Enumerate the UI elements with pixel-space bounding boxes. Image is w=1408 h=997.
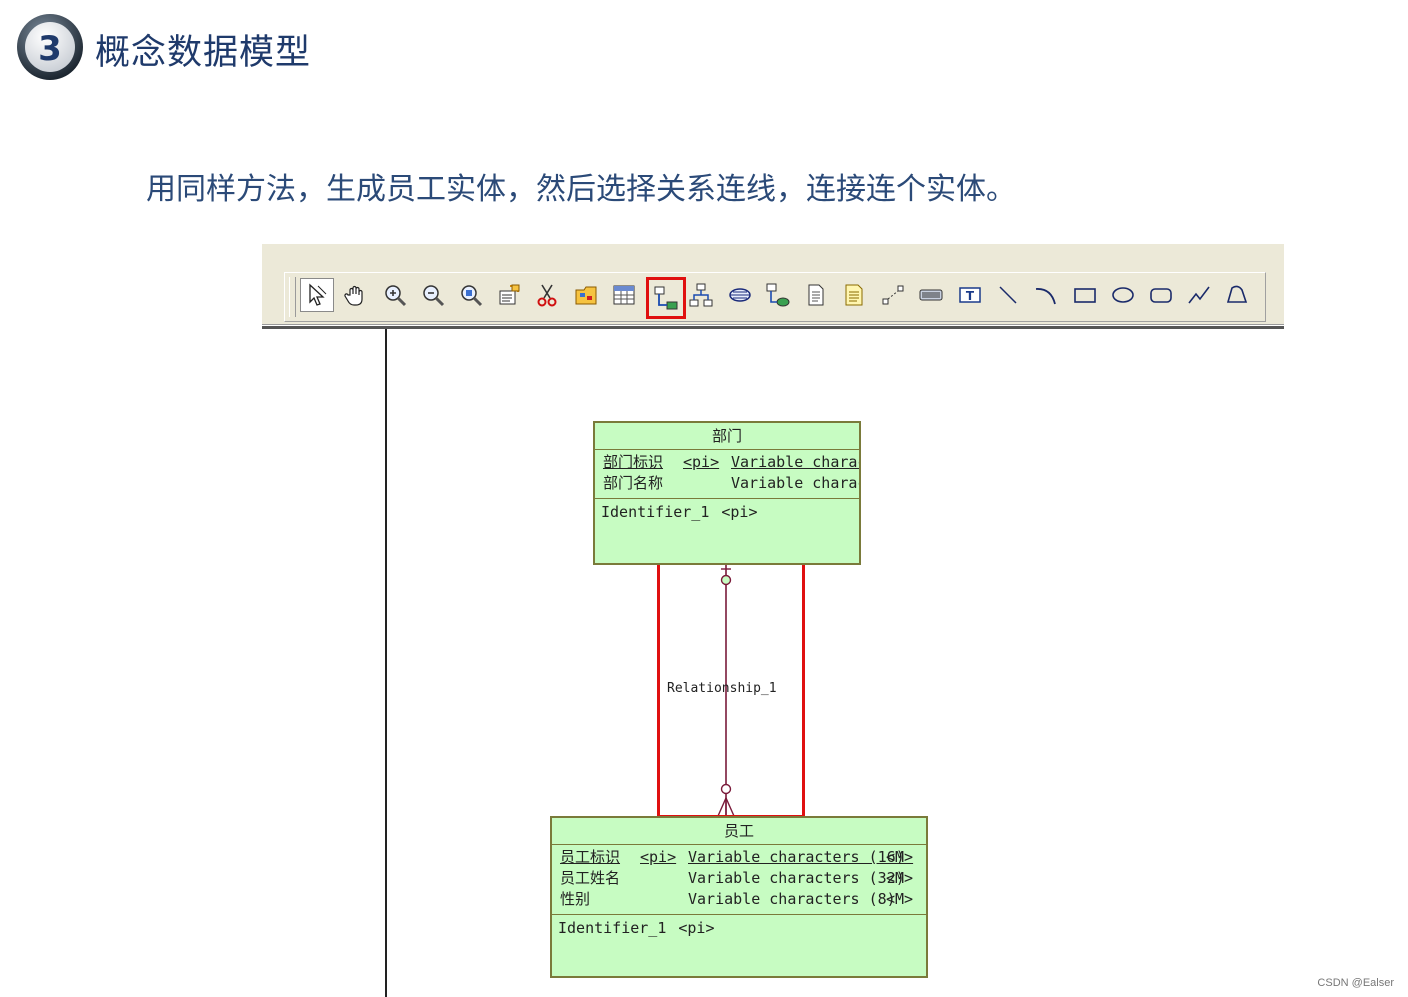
identifier-pi: <pi>: [678, 919, 715, 937]
attribute-mandatory: <M>: [886, 890, 914, 908]
entity-dept-identifiers: Identifier_1 <pi>: [595, 499, 859, 521]
identifier-pi: <pi>: [721, 503, 758, 521]
attribute-pi: <pi>: [640, 848, 677, 866]
attribute-row[interactable]: 性别 Variable characters (8) <M>: [552, 889, 926, 910]
entity-dept[interactable]: 部门 部门标识 <pi> Variable charact 部门名称 Varia…: [593, 421, 861, 565]
attribute-row[interactable]: 员工标识 <pi> Variable characters (16) <M>: [552, 847, 926, 868]
attribute-row[interactable]: 部门标识 <pi> Variable charact: [595, 452, 859, 473]
attribute-type: Variable charact: [731, 453, 859, 471]
relationship-label[interactable]: Relationship_1: [667, 681, 777, 696]
entity-emp[interactable]: 员工 员工标识 <pi> Variable characters (16) <M…: [550, 816, 928, 978]
attribute-pi: <pi>: [683, 453, 720, 471]
entity-dept-name: 部门: [595, 423, 859, 450]
attribute-name: 员工标识: [560, 848, 621, 866]
entity-emp-identifiers: Identifier_1 <pi>: [552, 915, 926, 937]
attribute-type: Variable characters (16): [688, 848, 905, 866]
attribute-type: Variable charact: [731, 474, 859, 492]
entity-emp-attributes: 员工标识 <pi> Variable characters (16) <M> 员…: [552, 845, 926, 915]
attribute-mandatory: <M>: [886, 848, 914, 866]
entity-emp-name: 员工: [552, 818, 926, 845]
attribute-mandatory: <M>: [886, 869, 914, 887]
attribute-row[interactable]: 部门名称 Variable charact: [595, 473, 859, 494]
attribute-name: 部门名称: [603, 474, 664, 492]
attribute-name: 员工姓名: [560, 869, 621, 887]
attribute-type: Variable characters (32): [688, 869, 905, 887]
entity-dept-attributes: 部门标识 <pi> Variable charact 部门名称 Variable…: [595, 450, 859, 499]
watermark: CSDN @Ealser: [1317, 977, 1394, 989]
identifier-name: Identifier_1: [558, 919, 667, 937]
identifier-name: Identifier_1: [601, 503, 710, 521]
attribute-row[interactable]: 员工姓名 Variable characters (32) <M>: [552, 868, 926, 889]
attribute-name: 性别: [560, 890, 591, 908]
attribute-type: Variable characters (8): [688, 890, 896, 908]
attribute-name: 部门标识: [603, 453, 664, 471]
